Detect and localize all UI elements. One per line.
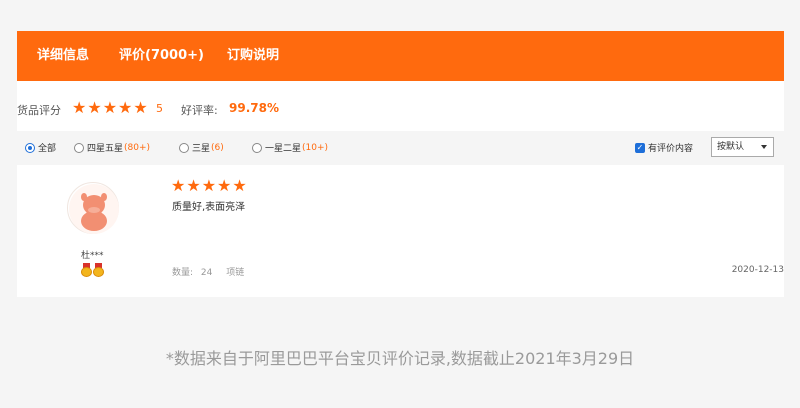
tab-reviews[interactable]: 评价(7000+) <box>119 31 204 81</box>
checkbox-checked-icon[interactable]: ✓ <box>635 142 645 153</box>
rating-score: 5 <box>156 102 163 115</box>
filter-label: 一星二星 <box>265 144 302 154</box>
filter-bar: 全部 四星五星 (80+) 三星 (6) 一星二星 (10+) ✓ 有评价内容 … <box>17 131 784 165</box>
star-icon: ★ <box>186 176 201 195</box>
filter-three-star[interactable]: 三星 (6) <box>179 141 224 154</box>
filter-one-two-star[interactable]: 一星二星 (10+) <box>252 141 328 154</box>
radio-icon[interactable] <box>179 142 189 153</box>
review-item: 杜*** ★ ★ ★ ★ ★ 质量好,表面亮泽 数量: 24 项链 2020-1… <box>17 165 784 297</box>
good-rate-label: 好评率: <box>181 104 218 117</box>
filter-label: 全部 <box>38 144 57 154</box>
rating-summary: 货品评分 ★ ★ ★ ★ ★ 5 好评率: 99.78% <box>17 96 784 122</box>
filter-four-five-star[interactable]: 四星五星 (80+) <box>74 141 150 154</box>
has-content-filter[interactable]: ✓ 有评价内容 <box>635 141 693 154</box>
star-icon: ★ <box>72 98 87 117</box>
cow-avatar-icon <box>69 184 119 234</box>
data-source-note: *数据来自于阿里巴巴平台宝贝评价记录,数据截止2021年3月29日 <box>165 349 635 368</box>
star-icon: ★ <box>118 98 133 117</box>
filter-all[interactable]: 全部 <box>25 141 56 154</box>
review-stars: ★ ★ ★ ★ ★ <box>171 178 248 194</box>
tab-order-info[interactable]: 订购说明 <box>227 31 279 81</box>
tab-bar: 详细信息 评价(7000+) 订购说明 <box>17 31 784 81</box>
quantity-label: 数量: <box>172 268 194 278</box>
star-icon: ★ <box>102 98 118 117</box>
variant-label: 项链 <box>226 268 245 278</box>
star-icon: ★ <box>133 98 148 117</box>
sort-value: 按默认 <box>717 142 745 152</box>
review-meta: 数量: 24 项链 <box>172 265 249 278</box>
review-panel: 详细信息 评价(7000+) 订购说明 货品评分 ★ ★ ★ ★ ★ 5 好评率… <box>17 31 784 297</box>
quantity-value: 24 <box>200 268 213 278</box>
filter-count: (80+) <box>124 142 151 153</box>
medal-icon <box>93 263 104 277</box>
reviewer-badge <box>81 263 105 277</box>
tab-details[interactable]: 详细信息 <box>37 31 89 81</box>
star-icon: ★ <box>232 176 247 195</box>
star-icon: ★ <box>87 98 102 117</box>
medal-icon <box>81 263 92 277</box>
radio-selected-icon[interactable] <box>25 142 35 153</box>
star-icon: ★ <box>171 176 186 195</box>
avatar <box>67 182 119 234</box>
filter-label: 四星五星 <box>87 144 124 154</box>
radio-icon[interactable] <box>74 142 84 153</box>
reviewer-name: 杜*** <box>81 251 104 261</box>
star-icon: ★ <box>201 176 217 195</box>
review-date: 2020-12-13 <box>731 265 784 275</box>
good-rate-value: 99.78% <box>229 101 279 115</box>
rating-label: 货品评分 <box>17 104 61 117</box>
sort-select[interactable]: 按默认 <box>711 137 774 157</box>
star-icon: ★ <box>217 176 232 195</box>
filter-count: (6) <box>211 142 224 153</box>
review-text: 质量好,表面亮泽 <box>172 202 246 213</box>
chevron-down-icon <box>761 145 767 149</box>
has-content-label: 有评价内容 <box>648 144 694 154</box>
filter-count: (10+) <box>302 142 329 153</box>
rating-stars: ★ ★ ★ ★ ★ <box>72 100 149 116</box>
filter-label: 三星 <box>192 144 211 154</box>
radio-icon[interactable] <box>252 142 262 153</box>
